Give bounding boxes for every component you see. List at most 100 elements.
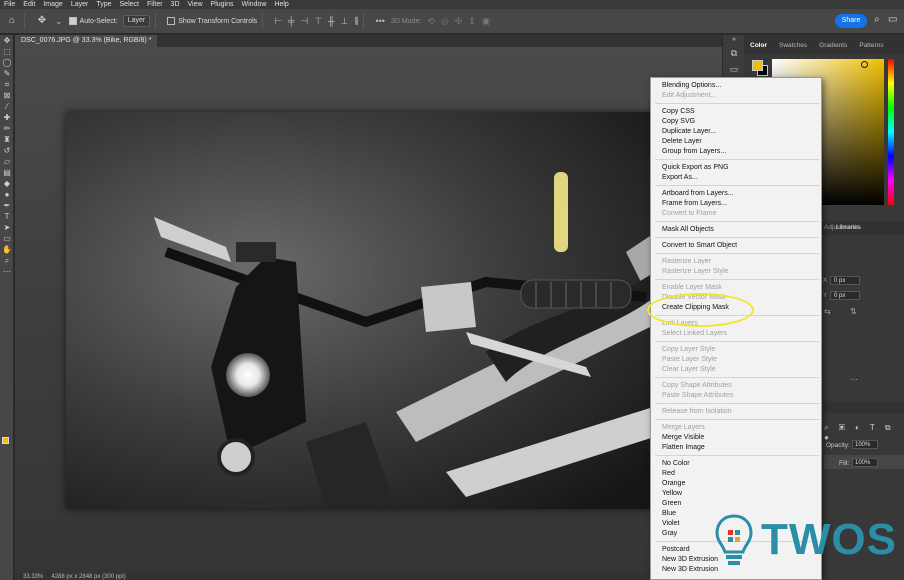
menu-item-yellow[interactable]: Yellow [662, 489, 682, 498]
tab-patterns[interactable]: Patterns [853, 42, 889, 49]
menu-item-flatten-image[interactable]: Flatten Image [662, 443, 705, 452]
fill-field[interactable]: 100% [852, 458, 878, 467]
menu-file[interactable]: File [0, 0, 19, 9]
workspace-icon[interactable]: ▭ [888, 14, 897, 25]
history-brush-icon[interactable]: ↺ [0, 145, 14, 156]
menu-3d[interactable]: 3D [167, 0, 184, 9]
3d-roll-icon[interactable]: ◎ [441, 16, 449, 27]
menu-item-green[interactable]: Green [662, 499, 681, 508]
3d-scale-icon[interactable]: ▣ [482, 16, 491, 27]
move-tool-icon[interactable]: ✥ [35, 14, 49, 28]
auto-select-dropdown[interactable]: Layer [122, 15, 151, 27]
tab-color[interactable]: Color [744, 42, 773, 49]
crop-tool-icon[interactable]: ⌗ [0, 79, 14, 90]
dodge-tool-icon[interactable]: ● [0, 189, 14, 200]
menu-item-blending-options[interactable]: Blending Options... [662, 81, 721, 90]
quick-select-tool-icon[interactable]: ✎ [0, 68, 14, 79]
menu-item-red[interactable]: Red [662, 469, 675, 478]
menu-item-export-as[interactable]: Export As... [662, 173, 698, 182]
menu-item-gray[interactable]: Gray [662, 529, 677, 538]
menu-layer[interactable]: Layer [67, 0, 93, 9]
3d-drag-icon[interactable]: ✣ [455, 16, 463, 27]
more-properties-icon[interactable]: ⋯ [850, 375, 858, 384]
menu-item-merge-visible[interactable]: Merge Visible [662, 433, 704, 442]
flip-vertical-icon[interactable]: ⇅ [850, 307, 857, 316]
auto-select-checkbox[interactable] [68, 17, 77, 25]
foreground-color-swatch[interactable] [752, 60, 763, 71]
menu-help[interactable]: Help [270, 0, 292, 9]
canvas-area[interactable] [15, 47, 722, 573]
eraser-tool-icon[interactable]: ▱ [0, 156, 14, 167]
menu-item-group-from-layers[interactable]: Group from Layers... [662, 147, 726, 156]
zoom-tool-icon[interactable]: ⌕ [0, 255, 14, 266]
pen-tool-icon[interactable]: ✒ [0, 200, 14, 211]
clone-stamp-icon[interactable]: ♜ [0, 134, 14, 145]
document-tab[interactable]: DSC_0076.JPG @ 33.3% (Bike, RGB/8) * [15, 35, 158, 47]
motorcycle-photo[interactable] [66, 112, 701, 509]
hue-slider[interactable] [888, 59, 894, 205]
menu-item-no-color[interactable]: No Color [662, 459, 690, 468]
type-tool-icon[interactable]: T [0, 211, 14, 222]
align-center-icon[interactable]: ╪ [288, 16, 294, 26]
comments-icon[interactable]: ▭ [723, 61, 745, 77]
menu-item-artboard-from-layers[interactable]: Artboard from Layers... [662, 189, 734, 198]
eyedropper-tool-icon[interactable]: ⁄ [0, 101, 14, 112]
menu-view[interactable]: View [184, 0, 207, 9]
menu-item-convert-to-smart-object[interactable]: Convert to Smart Object [662, 241, 737, 250]
x-position-field[interactable]: 0 px [830, 276, 860, 285]
align-right-icon[interactable]: ⊣ [300, 16, 308, 27]
y-position-field[interactable]: 0 px [830, 291, 860, 300]
menu-image[interactable]: Image [39, 0, 66, 9]
menu-filter[interactable]: Filter [143, 0, 167, 9]
share-button[interactable]: Share [835, 14, 867, 28]
color-picker-cursor[interactable] [861, 61, 868, 68]
tab-swatches[interactable]: Swatches [773, 42, 813, 49]
opacity-field[interactable]: 100% [852, 440, 878, 449]
tab-libraries[interactable]: Libraries [836, 224, 861, 231]
menu-item-frame-from-layers[interactable]: Frame from Layers... [662, 199, 727, 208]
menu-plugins[interactable]: Plugins [207, 0, 238, 9]
menu-item-copy-css[interactable]: Copy CSS [662, 107, 695, 116]
collapse-panels-icon[interactable]: » [723, 35, 745, 45]
search-icon[interactable]: ⌕ [874, 14, 880, 25]
menu-item-delete-layer[interactable]: Delete Layer [662, 137, 702, 146]
hand-tool-icon[interactable]: ✋ [0, 244, 14, 255]
align-top-icon[interactable]: ⊤ [314, 16, 322, 27]
more-tools-icon[interactable]: ⋯ [0, 266, 14, 277]
align-bottom-icon[interactable]: ⊥ [341, 16, 349, 27]
lasso-tool-icon[interactable]: ◯ [0, 57, 14, 68]
marquee-tool-icon[interactable]: ⬚ [0, 46, 14, 57]
frame-tool-icon[interactable]: ⊠ [0, 90, 14, 101]
3d-slide-icon[interactable]: ⇕ [468, 16, 476, 27]
menu-item-postcard[interactable]: Postcard [662, 545, 690, 554]
gradient-tool-icon[interactable]: ▤ [0, 167, 14, 178]
path-select-icon[interactable]: ➤ [0, 222, 14, 233]
chevron-down-icon[interactable]: ⌄ [55, 16, 63, 27]
menu-item-duplicate-layer[interactable]: Duplicate Layer... [662, 127, 716, 136]
menu-item-copy-svg[interactable]: Copy SVG [662, 117, 695, 126]
3d-rotate-icon[interactable]: ⟲ [427, 16, 435, 27]
menu-type[interactable]: Type [92, 0, 115, 9]
menu-item-mask-all-objects[interactable]: Mask All Objects [662, 225, 714, 234]
menu-edit[interactable]: Edit [19, 0, 39, 9]
status-zoom[interactable]: 33.33% [23, 574, 43, 580]
foreground-color-swatch[interactable] [2, 437, 9, 444]
tab-gradients[interactable]: Gradients [813, 42, 853, 49]
healing-brush-icon[interactable]: ✚ [0, 112, 14, 123]
show-transform-checkbox[interactable] [167, 17, 176, 25]
blur-tool-icon[interactable]: ◆ [0, 178, 14, 189]
menu-item-orange[interactable]: Orange [662, 479, 685, 488]
history-icon[interactable]: ⧉ [723, 45, 745, 61]
align-left-icon[interactable]: ⊢ [274, 16, 282, 27]
menu-item-quick-export-as-png[interactable]: Quick Export as PNG [662, 163, 729, 172]
flip-horizontal-icon[interactable]: ⇆ [824, 307, 831, 316]
menu-item-blue[interactable]: Blue [662, 509, 676, 518]
shape-tool-icon[interactable]: ▭ [0, 233, 14, 244]
menu-window[interactable]: Window [238, 0, 271, 9]
align-middle-icon[interactable]: ╫ [328, 16, 334, 26]
menu-item-violet[interactable]: Violet [662, 519, 679, 528]
brush-tool-icon[interactable]: ✏ [0, 123, 14, 134]
more-options-icon[interactable]: ••• [375, 16, 384, 26]
menu-select[interactable]: Select [116, 0, 143, 9]
distribute-icon[interactable]: ⫼ [354, 16, 358, 27]
